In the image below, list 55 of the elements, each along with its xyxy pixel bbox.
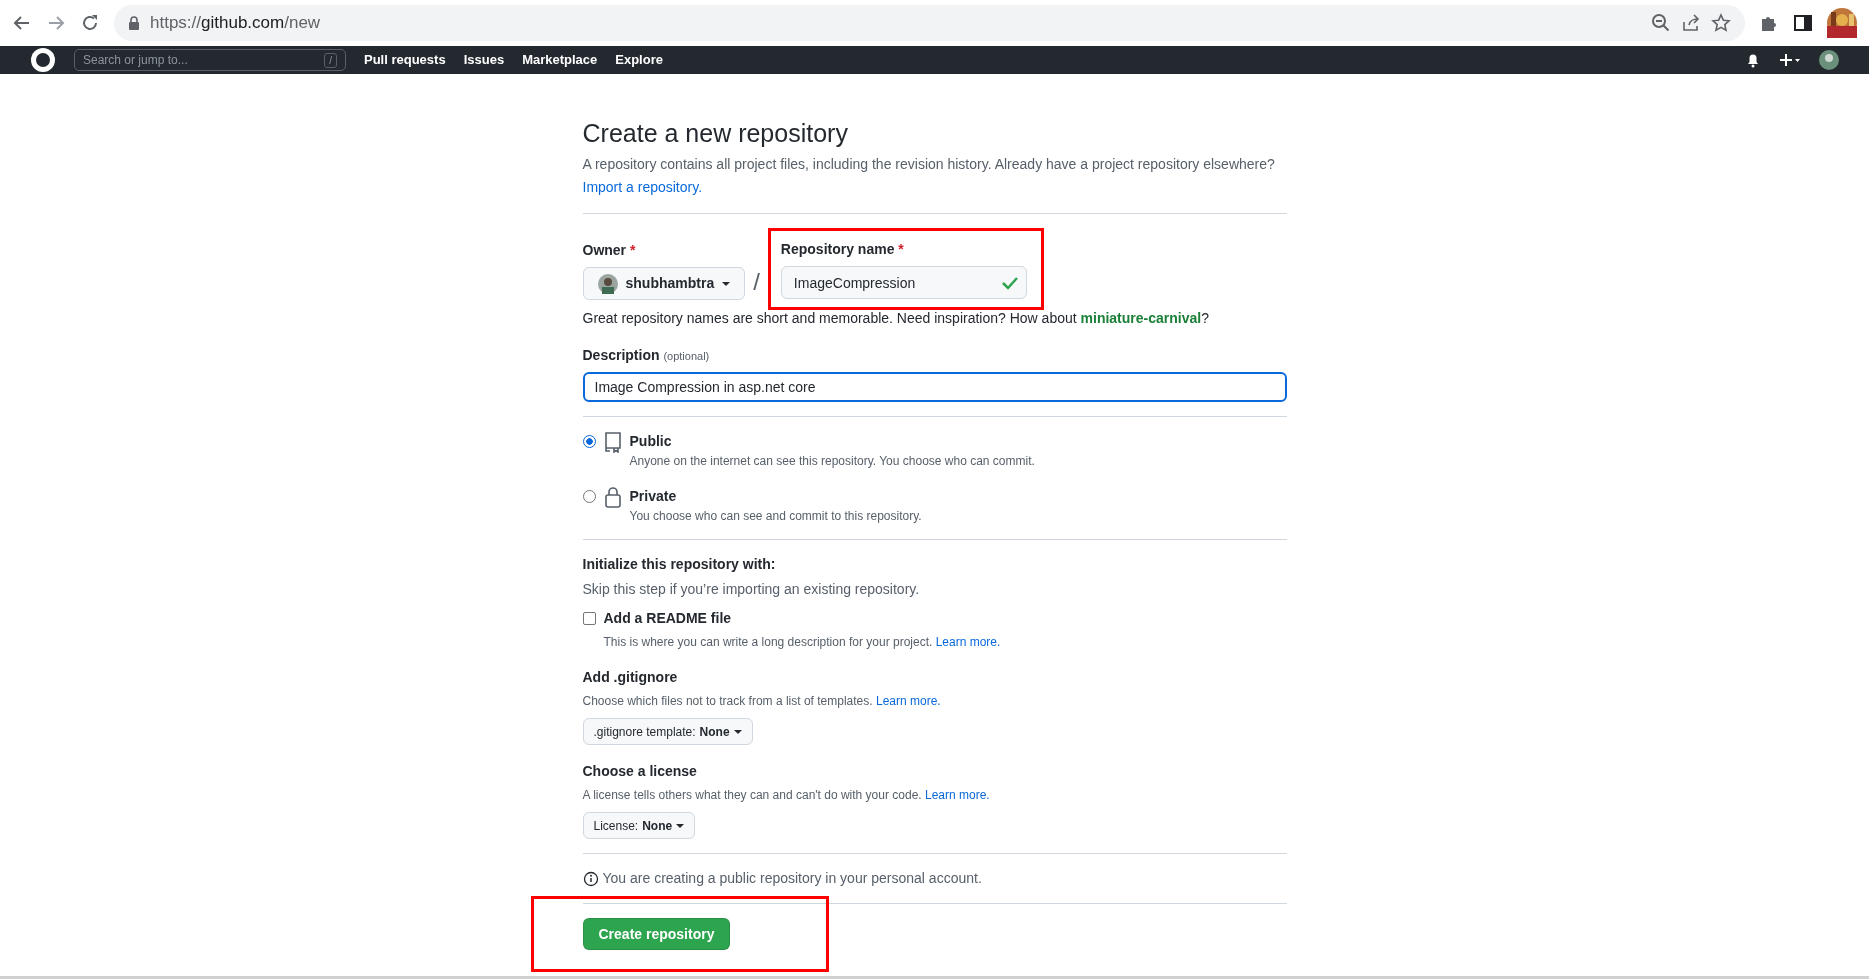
nav-link[interactable]: Explore [615, 50, 663, 70]
shortcut-key: / [324, 52, 337, 68]
template-dropdown[interactable]: License: None [582, 812, 696, 839]
nav-link[interactable]: Issues [463, 50, 505, 70]
zoom-out-icon[interactable] [1651, 13, 1671, 33]
bell-icon[interactable] [1745, 52, 1761, 68]
search-field[interactable]: Search or jump to... / [74, 49, 346, 71]
url-text: https://github.com/new [150, 12, 321, 35]
info-text: You are creating a public repository in your personal account. [602, 869, 982, 888]
option-text: This is where you can write a long description for your project. Learn more. [603, 634, 1002, 651]
side-panel-icon[interactable] [1793, 13, 1813, 33]
name-field[interactable]: ImageCompression [780, 266, 1027, 299]
lock-icon [128, 16, 140, 30]
caret-icon [722, 281, 731, 286]
book-icon [603, 431, 622, 453]
description-field[interactable]: Image Compression in asp.net core [582, 372, 1287, 402]
section-text: Choose which files not to track from a list of templates. Learn more. [582, 693, 942, 710]
caret-icon [733, 729, 742, 734]
radio-button[interactable] [582, 435, 596, 448]
nav-link[interactable]: Pull requests [364, 50, 446, 70]
field-label: Description (optional) [582, 346, 711, 365]
section-text: Skip this step if you’re importing an existing repository. [582, 580, 921, 599]
reload-icon[interactable] [80, 13, 100, 33]
address-bar[interactable]: https://github.com/new [114, 5, 1745, 41]
option-text: You choose who can see and commit to this repository. [629, 508, 922, 525]
option-title: Public [629, 432, 673, 451]
learn-more-link[interactable]: Learn more. [925, 788, 990, 802]
field-label: Repository name * [780, 240, 905, 259]
star-icon[interactable] [1711, 13, 1731, 33]
option-text: Anyone on the internet can see this repository. You choose who can commit. [629, 453, 1035, 470]
lock-icon [603, 486, 622, 508]
plus-icon[interactable] [1779, 52, 1801, 68]
section-heading: Choose a license [582, 762, 698, 781]
caret-icon [676, 823, 685, 828]
owner-dropdown[interactable]: shubhambtra [582, 267, 746, 300]
checkbox-label: Add a README file [603, 609, 732, 628]
section-heading: Add .gitignore [582, 668, 679, 687]
info-icon [582, 870, 599, 887]
learn-more-link[interactable]: Learn more. [875, 694, 941, 708]
avatar-icon[interactable] [1819, 50, 1839, 70]
suggestion-link[interactable]: miniature-carnival [1080, 310, 1202, 326]
option-title: Private [629, 487, 678, 506]
template-dropdown[interactable]: .gitignore template: None [582, 718, 753, 745]
section-text: A license tells others what they can and can't do with your code. Learn more. [582, 787, 991, 804]
section-heading: Initialize this repository with: [582, 555, 777, 574]
intro-text: A repository contains all project files, including the revision history. Already have a project repository elsewhere? [582, 155, 1276, 174]
share-icon[interactable] [1681, 13, 1701, 33]
hint-text: Great repository names are short and memorable. Need inspiration? How about miniature-carnival? [582, 309, 1210, 328]
checkbox[interactable] [582, 612, 596, 625]
learn-more-link[interactable]: Learn more. [935, 635, 1001, 649]
nav-link[interactable]: Marketplace [522, 50, 598, 70]
field-label: Owner * [582, 241, 637, 260]
separator-text: / [753, 267, 760, 297]
import-link[interactable]: Import a repository. [582, 179, 703, 195]
page-title: Create a new repository [582, 118, 849, 148]
